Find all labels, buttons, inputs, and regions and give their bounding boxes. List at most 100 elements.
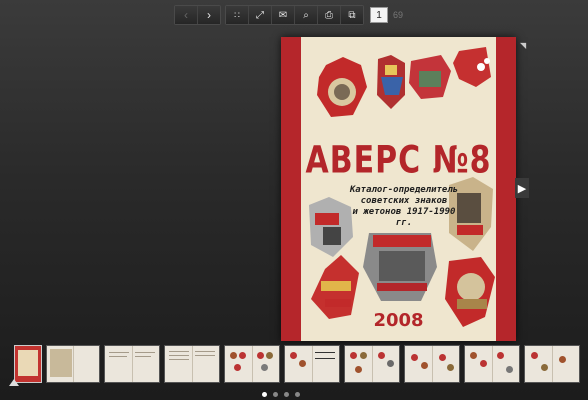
pager-dot[interactable] — [273, 392, 278, 397]
thumbnail-badge — [355, 366, 362, 373]
thumbnail-text-line — [195, 355, 215, 356]
page-total: 69 — [393, 10, 404, 20]
print-icon: ⎙ — [325, 9, 333, 21]
thumbnail-badge — [387, 360, 394, 367]
thumbnail-cover-art — [18, 350, 38, 376]
thumbnail-badge — [480, 360, 487, 367]
thumbnail-text-line — [135, 356, 151, 357]
cover-subtitle-line: советских знаков — [360, 196, 448, 206]
thumbnail-badge — [350, 352, 357, 359]
badge-icon — [409, 55, 451, 99]
expand-corner-icon[interactable]: ◥ — [520, 41, 526, 50]
thumbnail-spine — [252, 346, 253, 382]
thumbnail-page[interactable] — [104, 345, 160, 383]
thumbnail-text-line — [315, 352, 335, 353]
thumbnail-page[interactable] — [524, 345, 580, 383]
thumbnail-badge — [531, 352, 538, 359]
cover-subtitle-line: и жетонов 1917-1990 гг. — [352, 207, 456, 228]
viewer-toolbar: ‹ › ∷ ⤢ ✉ ⌕ ⎙ ⧉ 1 69 — [174, 5, 403, 25]
search-button[interactable]: ⌕ — [295, 6, 318, 24]
cover-subtitle: Каталог-определитель советских знаков и … — [349, 185, 459, 229]
cover-year: 2008 — [373, 310, 424, 331]
thumbnail-badge — [230, 352, 237, 359]
thumbnail-page-art — [50, 349, 72, 377]
search-icon: ⌕ — [303, 9, 309, 21]
thumbnail-text-line — [195, 351, 215, 352]
thumbnail-badge — [299, 360, 306, 367]
thumbnail-badge — [266, 352, 273, 359]
thumbnail-pager — [262, 392, 300, 397]
mail-button[interactable]: ✉ — [272, 6, 295, 24]
pages-button[interactable]: ⧉ — [341, 6, 363, 24]
thumbnail-spine — [132, 346, 133, 382]
thumbnail-cover[interactable] — [14, 345, 42, 383]
next-page-arrow[interactable]: ▶ — [515, 178, 529, 198]
thumbnail-badge — [261, 364, 268, 371]
expand-icon: ⤢ — [256, 9, 264, 21]
page-number-input[interactable]: 1 — [370, 7, 388, 23]
thumbnail-page[interactable] — [164, 345, 220, 383]
book-cover[interactable]: АВЕРС №8 Каталог-определитель советских … — [281, 37, 516, 341]
chevron-right-icon: › — [207, 8, 211, 22]
prev-page-button[interactable]: ‹ — [175, 6, 198, 24]
chevron-left-icon: ‹ — [184, 8, 188, 22]
thumbnail-text-line — [169, 351, 189, 352]
thumbnail-page[interactable] — [284, 345, 340, 383]
cover-subtitle-line: Каталог-определитель — [349, 185, 459, 195]
thumbnail-page[interactable] — [46, 345, 100, 383]
thumbnail-text-line — [135, 352, 155, 353]
thumbnail-spine — [372, 346, 373, 382]
nav-group: ‹ › — [174, 5, 221, 25]
badge-icon — [377, 55, 405, 109]
cover-title: АВЕРС №8 — [305, 138, 492, 183]
thumbnail-page[interactable] — [464, 345, 520, 383]
thumbnail-badge — [257, 352, 264, 359]
thumbnail-text-line — [109, 356, 127, 357]
thumbnail-page[interactable] — [404, 345, 460, 383]
tools-group: ∷ ⤢ ✉ ⌕ ⎙ ⧉ — [225, 5, 364, 25]
thumbnail-badge — [421, 362, 428, 369]
thumbnail-text-line — [169, 359, 189, 360]
thumbnail-badge — [439, 354, 446, 361]
thumbnail-spine — [192, 346, 193, 382]
pager-dot[interactable] — [295, 392, 300, 397]
thumbnail-text-line — [109, 352, 129, 353]
badge-icon — [453, 47, 491, 87]
fullscreen-button[interactable]: ⤢ — [249, 6, 272, 24]
badge-icon — [309, 197, 353, 257]
mail-icon: ✉ — [278, 9, 288, 21]
thumbnail-badge — [559, 356, 566, 363]
thumbnail-badge — [470, 352, 477, 359]
thumbnail-badge — [234, 364, 241, 371]
thumbnail-badge — [290, 352, 297, 359]
badge-icon — [317, 57, 367, 117]
chevron-right-icon: ▶ — [517, 182, 527, 195]
thumbnail-strip — [14, 345, 580, 383]
pager-dot[interactable] — [284, 392, 289, 397]
thumbnail-text-line — [169, 355, 189, 356]
thumbnail-badge — [541, 364, 548, 371]
next-page-button[interactable]: › — [198, 6, 220, 24]
badge-icon — [363, 233, 437, 301]
thumbnail-spine — [552, 346, 553, 382]
print-button[interactable]: ⎙ — [318, 6, 341, 24]
pager-dot[interactable] — [262, 392, 267, 397]
thumbnail-spine — [492, 346, 493, 382]
thumbnail-page[interactable] — [224, 345, 280, 383]
grid-icon: ∷ — [234, 9, 240, 20]
thumbnail-spine — [432, 346, 433, 382]
thumbnail-text-line — [315, 358, 335, 359]
thumbnail-badge — [506, 366, 513, 373]
thumbnail-spine — [73, 346, 74, 382]
thumbnail-badge — [447, 364, 454, 371]
thumbnail-page[interactable] — [344, 345, 400, 383]
thumbnail-badge — [378, 352, 385, 359]
thumbnail-badge — [239, 352, 246, 359]
pages-icon: ⧉ — [348, 9, 356, 21]
thumbnail-spine — [312, 346, 313, 382]
thumbnail-badge — [360, 352, 367, 359]
thumbnail-toggle-icon[interactable] — [9, 379, 19, 386]
grid-view-button[interactable]: ∷ — [226, 6, 249, 24]
thumbnail-badge — [411, 354, 418, 361]
thumbnail-badge — [497, 352, 504, 359]
